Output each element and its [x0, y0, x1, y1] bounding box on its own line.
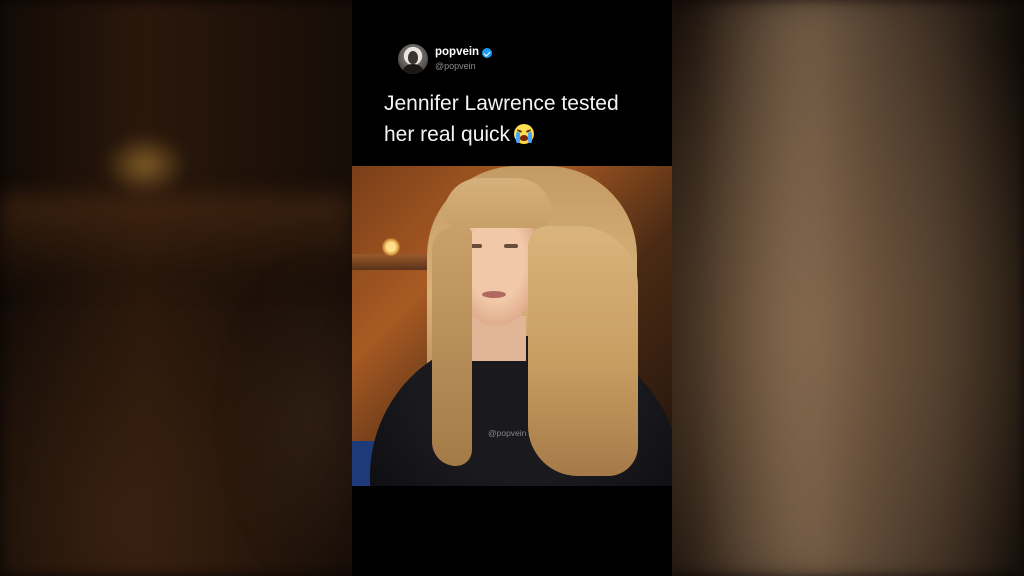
video-frame[interactable]: @popvein: [352, 166, 672, 486]
lamp-light: [382, 238, 400, 256]
caption-line-1: Jennifer Lawrence tested: [384, 92, 619, 115]
display-name: popvein: [435, 46, 480, 59]
video-player[interactable]: popvein @popvein Jennifer Lawrence teste…: [0, 0, 1024, 576]
caption-line-2-text: her real quick: [384, 123, 511, 146]
post-author: popvein @popvein: [435, 46, 493, 71]
caption-line-2: her real quick: [384, 119, 664, 150]
avatar: [398, 44, 428, 74]
video-watermark: @popvein: [488, 428, 527, 438]
post-header: popvein @popvein: [398, 44, 493, 74]
blurred-background-hair: [690, 0, 990, 576]
verified-badge-icon: [482, 48, 493, 58]
loudly-crying-face-icon: [514, 124, 535, 144]
user-handle: @popvein: [435, 60, 476, 71]
post-caption: Jennifer Lawrence tested her real quick: [384, 88, 664, 150]
short-video-panel: popvein @popvein Jennifer Lawrence teste…: [352, 0, 672, 576]
